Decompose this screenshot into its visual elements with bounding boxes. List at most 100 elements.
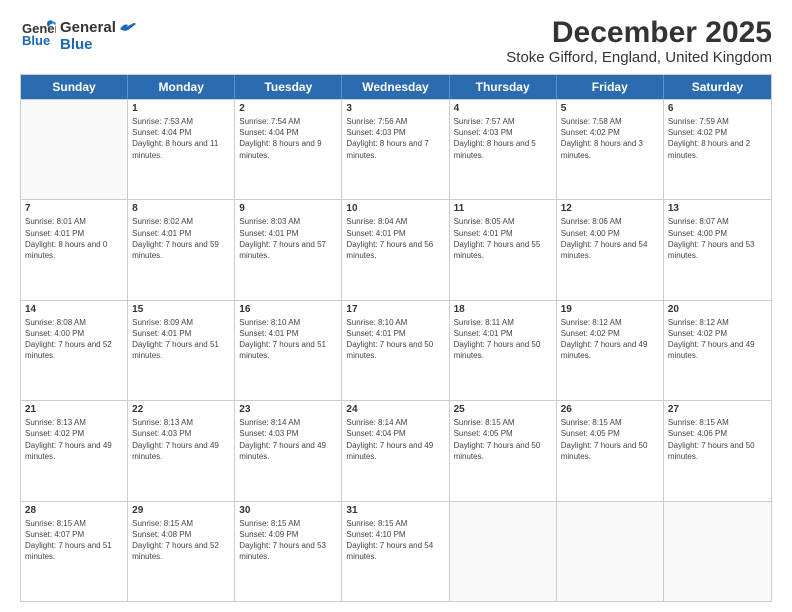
day-number-8: 8 xyxy=(132,203,230,214)
day-number-9: 9 xyxy=(239,203,337,214)
daylight-26: Daylight: 7 hours and 50 minutes. xyxy=(561,441,648,461)
sunrise-25: Sunrise: 8:15 AM xyxy=(454,418,515,427)
day-30: 30Sunrise: 8:15 AMSunset: 4:09 PMDayligh… xyxy=(235,502,342,601)
daylight-23: Daylight: 7 hours and 49 minutes. xyxy=(239,441,326,461)
sunset-21: Sunset: 4:02 PM xyxy=(25,429,84,438)
daylight-17: Daylight: 7 hours and 50 minutes. xyxy=(346,340,433,360)
sunset-24: Sunset: 4:04 PM xyxy=(346,429,405,438)
sunset-28: Sunset: 4:07 PM xyxy=(25,530,84,539)
day-6: 6Sunrise: 7:59 AMSunset: 4:02 PMDaylight… xyxy=(664,100,771,199)
day-18: 18Sunrise: 8:11 AMSunset: 4:01 PMDayligh… xyxy=(450,301,557,400)
day-number-15: 15 xyxy=(132,304,230,315)
weekday-saturday: Saturday xyxy=(664,75,771,99)
day-number-10: 10 xyxy=(346,203,444,214)
day-4: 4Sunrise: 7:57 AMSunset: 4:03 PMDaylight… xyxy=(450,100,557,199)
daylight-18: Daylight: 7 hours and 50 minutes. xyxy=(454,340,541,360)
day-3: 3 Sunrise: 7:56 AMSunset: 4:03 PMDaylight… xyxy=(342,100,449,199)
day-number-22: 22 xyxy=(132,404,230,415)
empty-cell-0-0 xyxy=(21,100,128,199)
title-block: December 2025 Stoke Gifford, England, Un… xyxy=(506,16,772,66)
daylight-16: Daylight: 7 hours and 51 minutes. xyxy=(239,340,326,360)
empty-cell-4-6 xyxy=(664,502,771,601)
day-number-6: 6 xyxy=(668,103,767,114)
week-3: 14Sunrise: 8:08 AMSunset: 4:00 PMDayligh… xyxy=(21,300,771,400)
sunrise-8: Sunrise: 8:02 AM xyxy=(132,217,193,226)
week-5: 28Sunrise: 8:15 AMSunset: 4:07 PMDayligh… xyxy=(21,501,771,601)
page: General Blue General Blue xyxy=(0,0,792,612)
sunrise-2: Sunrise: 7:54 AM xyxy=(239,117,300,126)
page-subtitle: Stoke Gifford, England, United Kingdom xyxy=(506,49,772,66)
day-info-25: Sunrise: 8:15 AMSunset: 4:05 PMDaylight:… xyxy=(454,417,552,462)
day-info-12: Sunrise: 8:06 AMSunset: 4:00 PMDaylight:… xyxy=(561,216,659,261)
sunrise-13: Sunrise: 8:07 AM xyxy=(668,217,729,226)
day-31: 31Sunrise: 8:15 AMSunset: 4:10 PMDayligh… xyxy=(342,502,449,601)
sunset-4: Sunset: 4:03 PM xyxy=(454,128,513,137)
sunrise-17: Sunrise: 8:10 AM xyxy=(346,318,407,327)
calendar-header: Sunday Monday Tuesday Wednesday Thursday… xyxy=(21,75,771,99)
day-info-15: Sunrise: 8:09 AM Sunset: 4:01 PM Daylight:… xyxy=(132,317,230,362)
sunrise-11: Sunrise: 8:05 AM xyxy=(454,217,515,226)
day-number-29: 29 xyxy=(132,505,230,516)
logo-text-general: General xyxy=(60,20,116,37)
daylight-7: Daylight: 8 hours and 0 minutes. xyxy=(25,240,107,260)
sunset-10: Sunset: 4:01 PM xyxy=(346,229,405,238)
sunset-22: Sunset: 4:03 PM xyxy=(132,429,191,438)
day-29: 29 Sunrise: 8:15 AMSunset: 4:08 PMDayligh… xyxy=(128,502,235,601)
daylight-27: Daylight: 7 hours and 50 minutes. xyxy=(668,441,755,461)
day-number-16: 16 xyxy=(239,304,337,315)
daylight-8: Daylight: 7 hours and 59 minutes. xyxy=(132,240,219,260)
day-info-11: Sunrise: 8:05 AMSunset: 4:01 PMDaylight:… xyxy=(454,216,552,261)
sunset-2: Sunset: 4:04 PM xyxy=(239,128,298,137)
daylight-13: Daylight: 7 hours and 53 minutes. xyxy=(668,240,755,260)
page-title: December 2025 xyxy=(506,16,772,49)
day-22: 22Sunrise: 8:13 AMSunset: 4:03 PMDayligh… xyxy=(128,401,235,500)
day-24: 24Sunrise: 8:14 AMSunset: 4:04 PMDayligh… xyxy=(342,401,449,500)
daylight-25: Daylight: 7 hours and 50 minutes. xyxy=(454,441,541,461)
day-20: 20Sunrise: 8:12 AMSunset: 4:02 PMDayligh… xyxy=(664,301,771,400)
day-number-5: 5 xyxy=(561,103,659,114)
sunset-15: Sunset: 4:01 PM xyxy=(132,329,191,338)
day-number-25: 25 xyxy=(454,404,552,415)
sunrise-31: Sunrise: 8:15 AM xyxy=(346,519,407,528)
day-info-3: Sunrise: 7:56 AMSunset: 4:03 PMDaylight:… xyxy=(346,116,444,161)
daylight-15: Daylight: 7 hours and 51 minutes. xyxy=(132,340,219,360)
day-info-29: Sunrise: 8:15 AMSunset: 4:08 PMDaylight:… xyxy=(132,518,230,563)
day-number-11: 11 xyxy=(454,203,552,214)
sunset-27: Sunset: 4:06 PM xyxy=(668,429,727,438)
day-info-7: Sunrise: 8:01 AMSunset: 4:01 PMDaylight:… xyxy=(25,216,123,261)
day-21: 21Sunrise: 8:13 AMSunset: 4:02 PMDayligh… xyxy=(21,401,128,500)
day-number-19: 19 xyxy=(561,304,659,315)
sunrise-28: Sunrise: 8:15 AM xyxy=(25,519,86,528)
sunset-19: Sunset: 4:02 PM xyxy=(561,329,620,338)
sunset-16: Sunset: 4:01 PM xyxy=(239,329,298,338)
daylight-3: Daylight: 8 hours and 7 minutes. xyxy=(346,139,428,159)
sunrise-4: Sunrise: 7:57 AM xyxy=(454,117,515,126)
day-info-24: Sunrise: 8:14 AMSunset: 4:04 PMDaylight:… xyxy=(346,417,444,462)
day-number-2: 2 xyxy=(239,103,337,114)
sunrise-15: Sunrise: 8:09 AM xyxy=(132,318,193,327)
sunrise-30: Sunrise: 8:15 AM xyxy=(239,519,300,528)
day-14: 14Sunrise: 8:08 AMSunset: 4:00 PMDayligh… xyxy=(21,301,128,400)
day-info-30: Sunrise: 8:15 AMSunset: 4:09 PMDaylight:… xyxy=(239,518,337,563)
day-8: 8Sunrise: 8:02 AMSunset: 4:01 PMDaylight… xyxy=(128,200,235,299)
day-number-3: 3 xyxy=(346,103,444,114)
daylight-24: Daylight: 7 hours and 49 minutes. xyxy=(346,441,433,461)
day-number-20: 20 xyxy=(668,304,767,315)
day-number-12: 12 xyxy=(561,203,659,214)
daylight-29: Daylight: 7 hours and 52 minutes. xyxy=(132,541,219,561)
day-number-4: 4 xyxy=(454,103,552,114)
sunrise-22: Sunrise: 8:13 AM xyxy=(132,418,193,427)
sunset-14: Sunset: 4:00 PM xyxy=(25,329,84,338)
logo: General Blue General Blue xyxy=(20,16,136,53)
week-1: 1Sunrise: 7:53 AMSunset: 4:04 PMDaylight… xyxy=(21,99,771,199)
day-15: 15 Sunrise: 8:09 AM Sunset: 4:01 PM Dayligh… xyxy=(128,301,235,400)
day-info-21: Sunrise: 8:13 AMSunset: 4:02 PMDaylight:… xyxy=(25,417,123,462)
daylight-6: Daylight: 8 hours and 2 minutes. xyxy=(668,139,750,159)
sunset-18: Sunset: 4:01 PM xyxy=(454,329,513,338)
empty-cell-4-4 xyxy=(450,502,557,601)
day-info-5: Sunrise: 7:58 AMSunset: 4:02 PMDaylight:… xyxy=(561,116,659,161)
sunrise-26: Sunrise: 8:15 AM xyxy=(561,418,622,427)
day-number-7: 7 xyxy=(25,203,123,214)
sunrise-3: Sunrise: 7:56 AM xyxy=(346,117,407,126)
day-info-10: Sunrise: 8:04 AMSunset: 4:01 PMDaylight:… xyxy=(346,216,444,261)
